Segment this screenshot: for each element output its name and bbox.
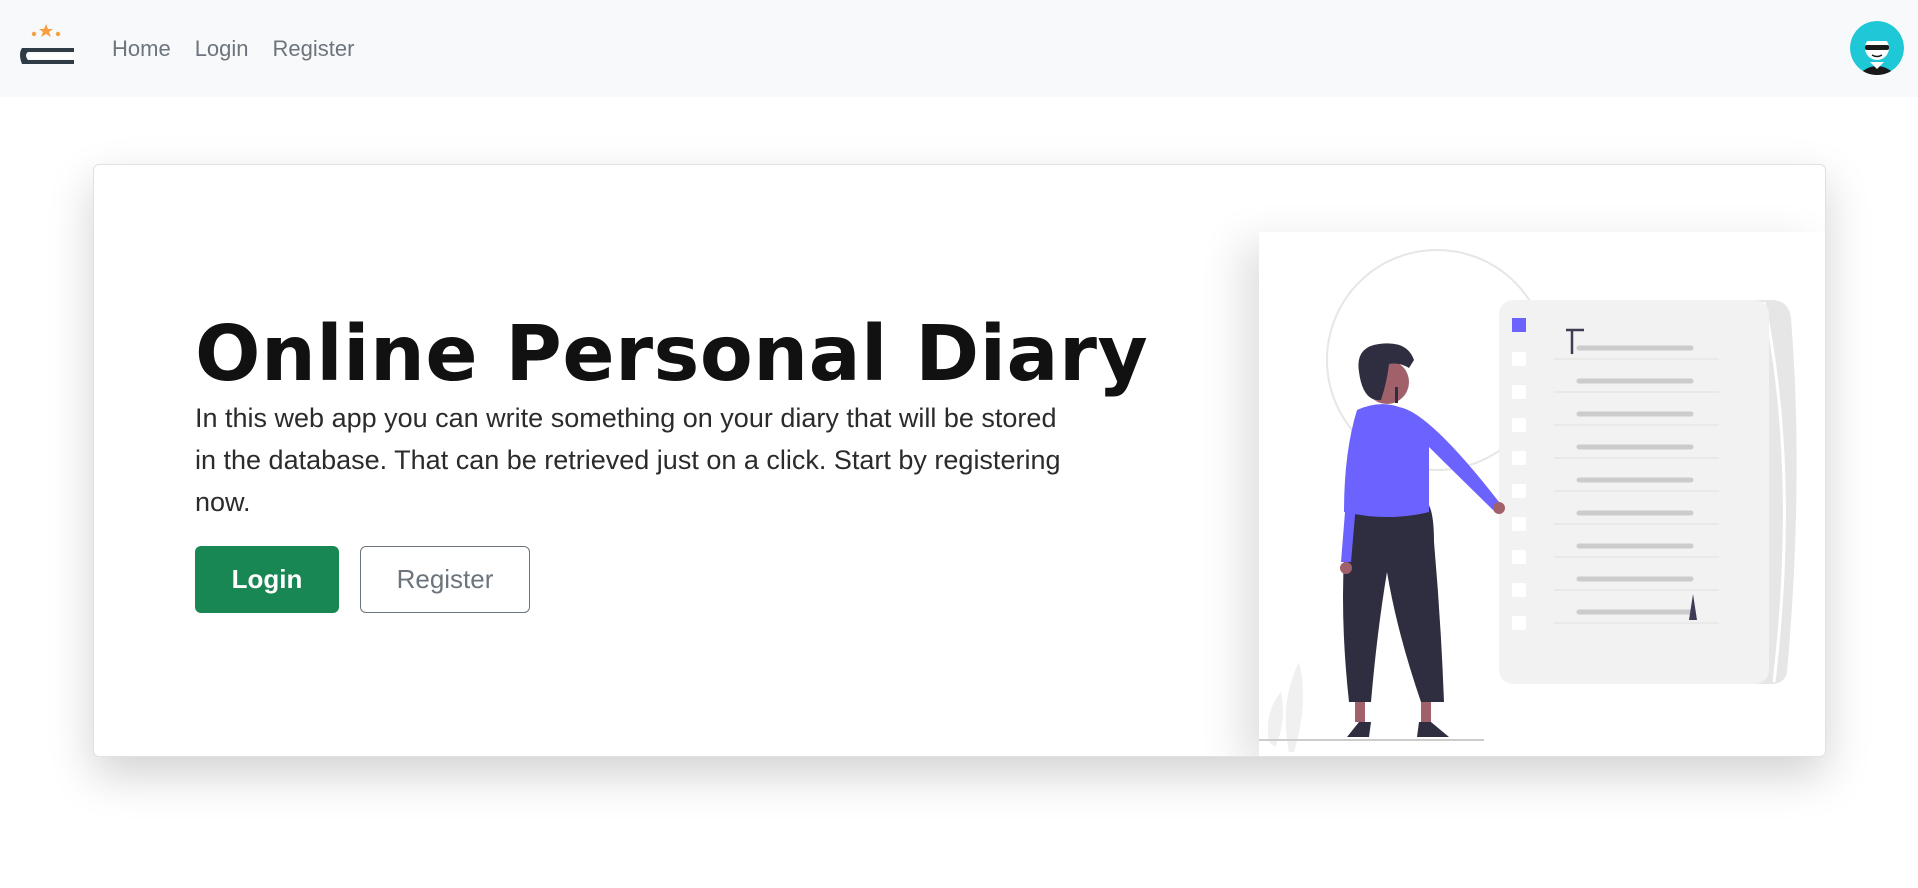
nav-link-register[interactable]: Register	[261, 36, 367, 62]
diary-book-icon[interactable]	[16, 22, 78, 72]
woman-with-checklist-illustration	[1259, 232, 1825, 756]
nav-link-home[interactable]: Home	[100, 36, 183, 62]
hero-card: Online Personal Diary In this web app yo…	[93, 164, 1826, 757]
register-button[interactable]: Register	[360, 546, 530, 613]
nav-links: Home Login Register	[100, 0, 366, 97]
page-title: Online Personal Diary	[195, 310, 1149, 399]
navbar: Home Login Register	[0, 0, 1918, 97]
login-button[interactable]: Login	[195, 546, 339, 613]
nav-link-login[interactable]: Login	[183, 36, 261, 62]
user-avatar-icon[interactable]	[1850, 21, 1904, 75]
hero-description: In this web app you can write something …	[195, 403, 1061, 517]
